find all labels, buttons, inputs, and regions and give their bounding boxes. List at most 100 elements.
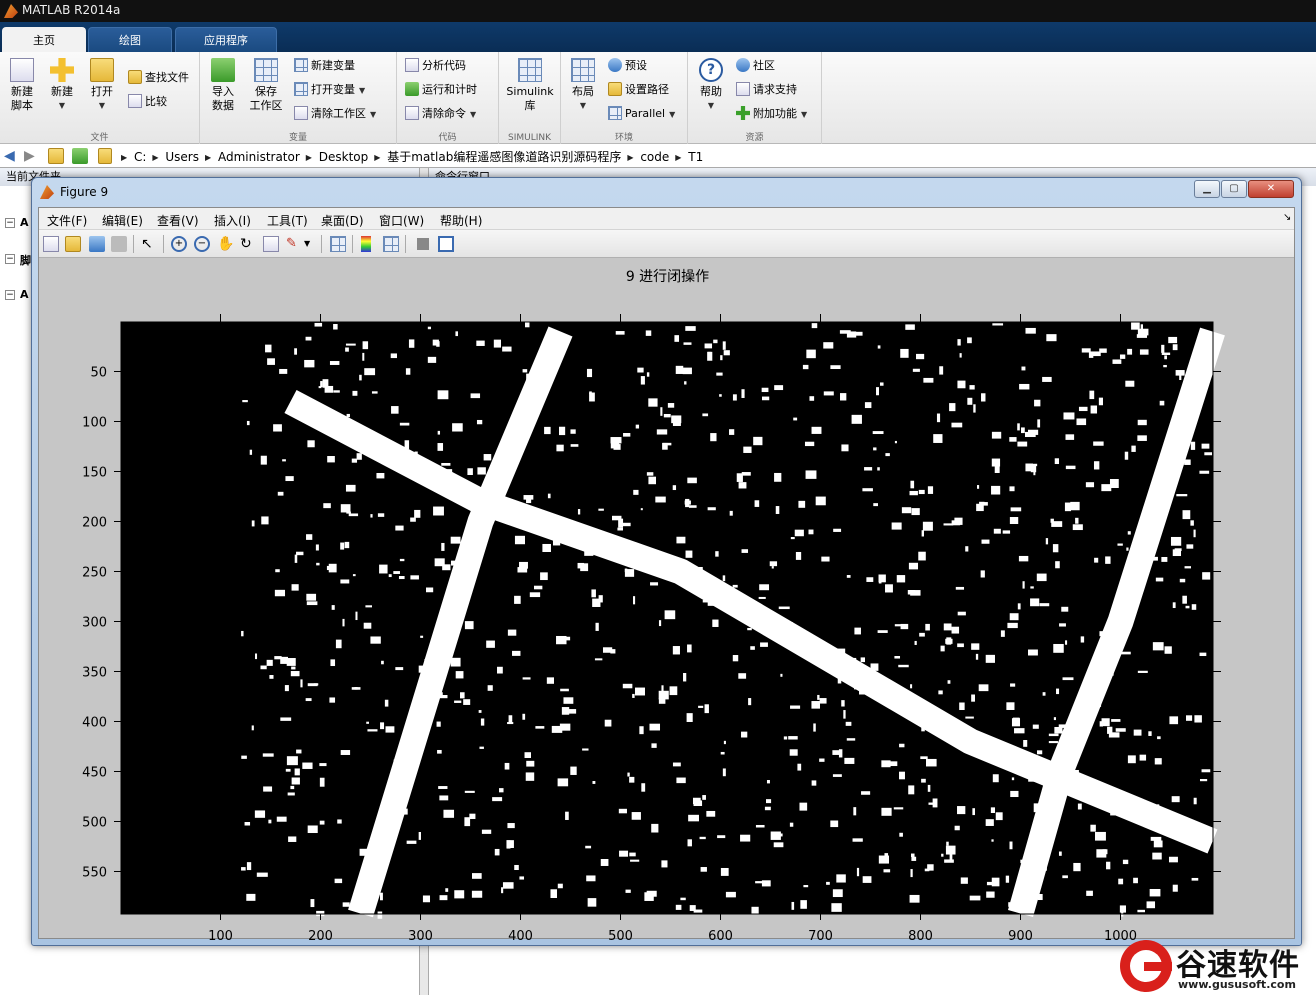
chevron-down-icon: ▼ bbox=[801, 110, 808, 119]
breadcrumb-item[interactable]: Administrator bbox=[218, 150, 300, 164]
speckle-mark bbox=[973, 404, 976, 413]
open-file-icon[interactable] bbox=[65, 236, 81, 252]
axes-plot[interactable]: 100 200 300 400 500 600 700 800 900 1000 50100150… bbox=[39, 258, 1296, 940]
analyze-code-button[interactable]: 分析代码 bbox=[405, 56, 466, 76]
link-plot-icon[interactable] bbox=[330, 236, 346, 252]
up-folder-icon[interactable] bbox=[48, 148, 64, 164]
menu-tools[interactable]: 工具(T) bbox=[267, 212, 308, 229]
breadcrumb-separator-icon: ▶ bbox=[205, 153, 212, 162]
rotate-3d-icon[interactable]: ↻ bbox=[240, 236, 256, 252]
menu-desktop[interactable]: 桌面(D) bbox=[321, 212, 364, 229]
breadcrumb-item[interactable]: code bbox=[640, 150, 669, 164]
print-icon[interactable] bbox=[111, 236, 127, 252]
breadcrumb-item[interactable]: Users bbox=[165, 150, 199, 164]
browse-folder-icon[interactable] bbox=[72, 148, 88, 164]
pan-hand-icon[interactable]: ✋ bbox=[217, 236, 234, 252]
zoom-in-icon[interactable]: + bbox=[171, 236, 187, 252]
run-and-time-button[interactable]: 运行和计时 bbox=[405, 80, 477, 100]
new-variable-button[interactable]: 新建变量 bbox=[294, 56, 355, 76]
breadcrumb-item[interactable]: 基于matlab编程遥感图像道路识别源码程序 bbox=[387, 150, 621, 164]
tab-home[interactable]: 主页 bbox=[2, 27, 86, 52]
menu-help[interactable]: 帮助(H) bbox=[440, 212, 482, 229]
speckle-mark bbox=[633, 596, 636, 605]
speckle-mark bbox=[1065, 640, 1068, 645]
clear-commands-button[interactable]: 清除命令 ▼ bbox=[405, 104, 476, 124]
tree-item[interactable]: 脚 bbox=[20, 252, 31, 268]
speckle-mark bbox=[683, 673, 687, 682]
menu-file[interactable]: 文件(F) bbox=[47, 212, 87, 229]
new-figure-icon[interactable] bbox=[43, 236, 59, 252]
request-support-button[interactable]: 请求支持 bbox=[736, 80, 797, 100]
hide-plot-tools-icon[interactable] bbox=[417, 238, 429, 250]
speckle-mark bbox=[294, 348, 298, 355]
speckle-mark bbox=[1085, 482, 1095, 488]
new-button[interactable]: 新建 ▼ bbox=[43, 58, 81, 113]
clear-workspace-button[interactable]: 清除工作区 ▼ bbox=[294, 104, 376, 124]
close-button[interactable]: ✕ bbox=[1248, 180, 1294, 198]
ribbon-group-simulink: Simulink 库 SIMULINK bbox=[499, 52, 561, 144]
maximize-button[interactable]: ▢ bbox=[1221, 180, 1247, 198]
menu-view[interactable]: 查看(V) bbox=[157, 212, 199, 229]
save-workspace-button[interactable]: 保存 工作区 bbox=[246, 58, 286, 113]
tree-collapse-icon[interactable]: − bbox=[5, 254, 15, 264]
legend-icon[interactable] bbox=[383, 236, 399, 252]
speckle-mark bbox=[493, 339, 501, 348]
parallel-button[interactable]: Parallel ▼ bbox=[608, 104, 675, 124]
pointer-icon[interactable]: ↖ bbox=[141, 236, 157, 252]
breadcrumb-item[interactable]: T1 bbox=[688, 150, 703, 164]
breadcrumb-item[interactable]: Desktop bbox=[319, 150, 369, 164]
tree-item[interactable]: A bbox=[20, 288, 29, 301]
speckle-mark bbox=[1093, 461, 1100, 470]
show-plot-tools-icon[interactable] bbox=[438, 236, 454, 252]
speckle-mark bbox=[1131, 322, 1140, 330]
speckle-mark bbox=[550, 889, 558, 898]
speckle-mark bbox=[1089, 390, 1095, 400]
colorbar-icon[interactable] bbox=[361, 236, 371, 252]
speckle-mark bbox=[1172, 549, 1182, 557]
tree-collapse-icon[interactable]: − bbox=[5, 218, 15, 228]
speckle-mark bbox=[422, 895, 431, 903]
import-data-button[interactable]: 导入 数据 bbox=[204, 58, 242, 113]
help-button[interactable]: ? 帮助 ▼ bbox=[692, 58, 730, 113]
menu-edit[interactable]: 编辑(E) bbox=[102, 212, 143, 229]
x-tick-label: 800 bbox=[908, 929, 933, 940]
tab-apps[interactable]: 应用程序 bbox=[175, 27, 277, 52]
speckle-mark bbox=[921, 723, 925, 732]
speckle-mark bbox=[1058, 851, 1062, 856]
speckle-mark bbox=[1161, 352, 1171, 356]
find-files-button[interactable]: 查找文件 bbox=[128, 68, 189, 88]
tree-item[interactable]: A bbox=[20, 216, 29, 229]
preferences-button[interactable]: 预设 bbox=[608, 56, 647, 76]
tab-plots[interactable]: 绘图 bbox=[88, 27, 172, 52]
chevron-down-icon[interactable]: ▼ bbox=[304, 236, 320, 252]
breadcrumb-item[interactable]: C: bbox=[134, 150, 146, 164]
speckle-mark bbox=[1185, 424, 1191, 428]
save-icon[interactable] bbox=[89, 236, 105, 252]
speckle-mark bbox=[376, 472, 385, 479]
menu-insert[interactable]: 插入(I) bbox=[214, 212, 251, 229]
dock-arrow-icon[interactable]: ↘ bbox=[1283, 212, 1291, 223]
menu-window[interactable]: 窗口(W) bbox=[379, 212, 424, 229]
minimize-button[interactable]: ▁ bbox=[1194, 180, 1220, 198]
zoom-out-icon[interactable]: − bbox=[194, 236, 210, 252]
figure-titlebar[interactable]: Figure 9 ▁ ▢ ✕ bbox=[32, 178, 1301, 206]
brush-icon[interactable]: ✎ bbox=[286, 236, 302, 252]
speckle-mark bbox=[251, 520, 255, 527]
set-path-button[interactable]: 设置路径 bbox=[608, 80, 669, 100]
back-arrow-icon[interactable]: ◀ bbox=[4, 148, 20, 164]
new-script-button[interactable]: 新建 脚本 bbox=[3, 58, 41, 113]
add-ons-button[interactable]: 附加功能 ▼ bbox=[736, 104, 807, 124]
data-cursor-icon[interactable] bbox=[263, 236, 279, 252]
speckle-mark bbox=[743, 446, 752, 453]
speckle-mark bbox=[277, 491, 284, 496]
speckle-mark bbox=[472, 873, 482, 879]
tree-collapse-icon[interactable]: − bbox=[5, 290, 15, 300]
community-button[interactable]: 社区 bbox=[736, 56, 775, 76]
open-variable-button[interactable]: 打开变量 ▼ bbox=[294, 80, 365, 100]
speckle-mark bbox=[362, 341, 369, 350]
layout-button[interactable]: 布局 ▼ bbox=[564, 58, 602, 113]
simulink-library-button[interactable]: Simulink 库 bbox=[504, 58, 556, 113]
open-button[interactable]: 打开 ▼ bbox=[83, 58, 121, 113]
compare-button[interactable]: 比较 bbox=[128, 92, 167, 112]
forward-arrow-icon[interactable]: ▶ bbox=[24, 148, 40, 164]
